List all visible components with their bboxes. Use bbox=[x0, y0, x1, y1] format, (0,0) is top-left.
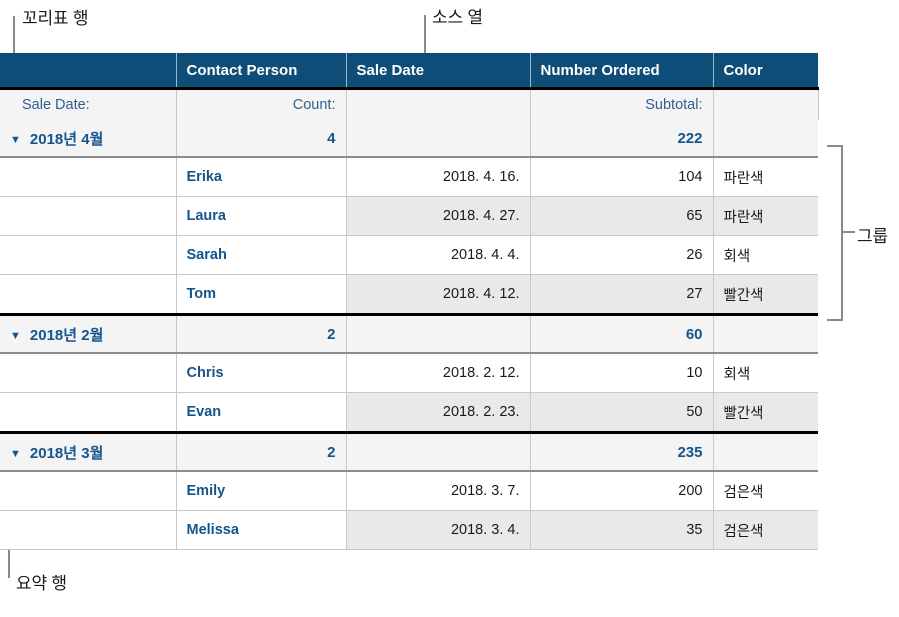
row-quantity-cell[interactable]: 35 bbox=[530, 510, 714, 550]
group-color-cell bbox=[713, 120, 818, 158]
row-date-cell[interactable]: 2018. 4. 27. bbox=[346, 196, 531, 236]
row-color-cell[interactable]: 검은색 bbox=[713, 510, 818, 550]
group-summary-row[interactable]: ▼ 2018년 4월 4 222 bbox=[0, 120, 818, 158]
group-name-cell[interactable]: ▼ 2018년 2월 bbox=[0, 314, 177, 354]
row-quantity-cell[interactable]: 200 bbox=[530, 471, 714, 511]
row-category-cell bbox=[0, 353, 177, 393]
row-category-cell bbox=[0, 274, 177, 316]
row-quantity-cell[interactable]: 50 bbox=[530, 392, 714, 434]
row-color-cell[interactable]: 검은색 bbox=[713, 471, 818, 511]
row-quantity-cell[interactable]: 26 bbox=[530, 235, 714, 275]
table-row[interactable]: Melissa 2018. 3. 4. 35 검은색 bbox=[0, 510, 818, 550]
table-row[interactable]: Chris 2018. 2. 12. 10 회색 bbox=[0, 353, 818, 393]
row-category-cell bbox=[0, 471, 177, 511]
table-row[interactable]: Tom 2018. 4. 12. 27 빨간색 bbox=[0, 274, 818, 316]
row-date-cell[interactable]: 2018. 4. 16. bbox=[346, 157, 531, 197]
label-row: Sale Date: Count: Subtotal: bbox=[0, 88, 819, 120]
row-category-cell bbox=[0, 157, 177, 197]
group-bracket-stub bbox=[841, 231, 855, 233]
table-row[interactable]: Emily 2018. 3. 7. 200 검은색 bbox=[0, 471, 818, 511]
row-person-cell[interactable]: Melissa bbox=[176, 510, 347, 550]
group-date-cell bbox=[346, 314, 531, 354]
row-category-cell bbox=[0, 196, 177, 236]
label-row-date bbox=[346, 88, 531, 120]
disclosure-triangle-icon[interactable]: ▼ bbox=[10, 134, 21, 146]
group-name-label: 2018년 4월 bbox=[29, 130, 104, 148]
group-count-cell: 4 bbox=[176, 120, 347, 158]
row-category-cell bbox=[0, 392, 177, 434]
annotation-label-source-column: 소스 열 bbox=[432, 8, 483, 27]
sales-table: Contact Person Sale Date Number Ordered … bbox=[0, 53, 819, 550]
group-count-cell: 2 bbox=[176, 432, 347, 472]
row-quantity-cell[interactable]: 10 bbox=[530, 353, 714, 393]
row-date-cell[interactable]: 2018. 2. 12. bbox=[346, 353, 531, 393]
row-color-cell[interactable]: 빨간색 bbox=[713, 392, 818, 434]
row-color-cell[interactable]: 회색 bbox=[713, 353, 818, 393]
group-summary-row[interactable]: ▼ 2018년 2월 2 60 bbox=[0, 314, 818, 354]
group-count-cell: 2 bbox=[176, 314, 347, 354]
disclosure-triangle-icon[interactable]: ▼ bbox=[10, 448, 21, 460]
group-name-label: 2018년 3월 bbox=[29, 444, 104, 462]
group-date-cell bbox=[346, 432, 531, 472]
row-quantity-cell[interactable]: 104 bbox=[530, 157, 714, 197]
annotation-label-group: 그룹 bbox=[857, 227, 888, 246]
group-subtotal-cell: 235 bbox=[530, 432, 714, 472]
group-summary-row[interactable]: ▼ 2018년 3월 2 235 bbox=[0, 432, 818, 472]
row-quantity-cell[interactable]: 65 bbox=[530, 196, 714, 236]
column-header-sale-date[interactable]: Sale Date bbox=[346, 53, 531, 90]
label-row-subtotal: Subtotal: bbox=[530, 88, 714, 120]
row-category-cell bbox=[0, 510, 177, 550]
column-header-number-ordered[interactable]: Number Ordered bbox=[530, 53, 714, 90]
row-date-cell[interactable]: 2018. 3. 7. bbox=[346, 471, 531, 511]
row-category-cell bbox=[0, 235, 177, 275]
group-subtotal-cell: 222 bbox=[530, 120, 714, 158]
table-row[interactable]: Erika 2018. 4. 16. 104 파란색 bbox=[0, 157, 818, 197]
table-header-row: Contact Person Sale Date Number Ordered … bbox=[0, 53, 818, 90]
column-header-color[interactable]: Color bbox=[713, 53, 818, 90]
leader-line-source-column bbox=[424, 15, 426, 55]
group-name-cell[interactable]: ▼ 2018년 3월 bbox=[0, 432, 177, 472]
row-date-cell[interactable]: 2018. 4. 4. bbox=[346, 235, 531, 275]
row-color-cell[interactable]: 빨간색 bbox=[713, 274, 818, 316]
column-header-category[interactable] bbox=[0, 53, 177, 90]
label-row-category: Sale Date: bbox=[0, 88, 177, 120]
disclosure-triangle-icon[interactable]: ▼ bbox=[10, 330, 21, 342]
row-date-cell[interactable]: 2018. 2. 23. bbox=[346, 392, 531, 434]
table-row[interactable]: Evan 2018. 2. 23. 50 빨간색 bbox=[0, 392, 818, 434]
group-color-cell bbox=[713, 314, 818, 354]
row-person-cell[interactable]: Chris bbox=[176, 353, 347, 393]
annotation-label-summary-row: 요약 행 bbox=[16, 574, 67, 593]
table-row[interactable]: Sarah 2018. 4. 4. 26 회색 bbox=[0, 235, 818, 275]
row-date-cell[interactable]: 2018. 4. 12. bbox=[346, 274, 531, 316]
group-bracket bbox=[827, 145, 843, 321]
row-color-cell[interactable]: 회색 bbox=[713, 235, 818, 275]
label-row-color bbox=[713, 88, 819, 120]
row-person-cell[interactable]: Evan bbox=[176, 392, 347, 434]
annotation-label-footer-row: 꼬리표 행 bbox=[22, 9, 89, 28]
row-person-cell[interactable]: Erika bbox=[176, 157, 347, 197]
row-person-cell[interactable]: Tom bbox=[176, 274, 347, 316]
row-color-cell[interactable]: 파란색 bbox=[713, 196, 818, 236]
label-row-count: Count: bbox=[176, 88, 347, 120]
row-quantity-cell[interactable]: 27 bbox=[530, 274, 714, 316]
grouped-table: Contact Person Sale Date Number Ordered … bbox=[0, 53, 819, 550]
group-name-cell[interactable]: ▼ 2018년 4월 bbox=[0, 120, 177, 158]
table-row[interactable]: Laura 2018. 4. 27. 65 파란색 bbox=[0, 196, 818, 236]
group-color-cell bbox=[713, 432, 818, 472]
row-person-cell[interactable]: Laura bbox=[176, 196, 347, 236]
row-person-cell[interactable]: Emily bbox=[176, 471, 347, 511]
group-subtotal-cell: 60 bbox=[530, 314, 714, 354]
row-person-cell[interactable]: Sarah bbox=[176, 235, 347, 275]
row-date-cell[interactable]: 2018. 3. 4. bbox=[346, 510, 531, 550]
column-header-contact-person[interactable]: Contact Person bbox=[176, 53, 347, 90]
group-date-cell bbox=[346, 120, 531, 158]
group-name-label: 2018년 2월 bbox=[29, 326, 104, 344]
row-color-cell[interactable]: 파란색 bbox=[713, 157, 818, 197]
